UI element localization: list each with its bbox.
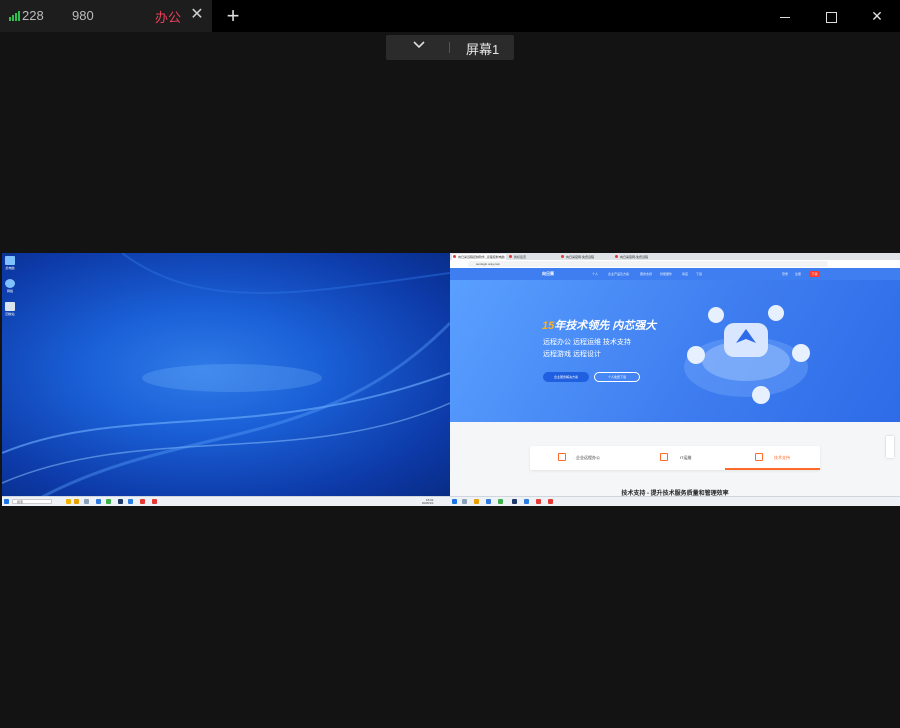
feature-tab-support[interactable]: 技术支持 bbox=[774, 455, 790, 461]
active-tab-indicator bbox=[725, 468, 820, 470]
start-icon[interactable] bbox=[452, 499, 457, 504]
site-nav-item[interactable]: 企业产品及方案 bbox=[608, 272, 629, 276]
chevron-down-icon[interactable] bbox=[412, 38, 426, 52]
taskbar-app-icon[interactable] bbox=[524, 499, 529, 504]
device-id-part2: 980 bbox=[72, 8, 94, 23]
desktop-wallpaper bbox=[2, 253, 450, 497]
hero-subtitle-1: 远程办公 远程运维 技术支持 bbox=[543, 339, 631, 346]
hero-illustration-icon bbox=[684, 305, 810, 404]
taskbar-app-icon[interactable] bbox=[536, 499, 541, 504]
remote-screen-right[interactable]: 向日葵远程控制软件_远程控制电脑 新标签页 向日葵官网-免费远程 向日葵官网-免… bbox=[450, 253, 900, 506]
start-icon[interactable] bbox=[4, 499, 9, 504]
screen-selector[interactable]: 屏幕1 bbox=[386, 35, 514, 60]
device-id-part1: 228 bbox=[22, 8, 44, 23]
desktop-icon-network[interactable]: 网络 bbox=[3, 279, 17, 293]
hero-title: 15年技术领先 内芯强大 bbox=[542, 320, 657, 332]
taskbar bbox=[450, 496, 900, 506]
login-link[interactable]: 登录 bbox=[782, 272, 788, 276]
site-nav-item[interactable]: 智能硬件 bbox=[660, 272, 672, 276]
signal-bars-icon bbox=[9, 11, 21, 21]
session-name: 办公 bbox=[155, 10, 182, 25]
register-link[interactable]: 注册 bbox=[795, 272, 801, 276]
hero-subtitle-2: 远程游戏 远程设计 bbox=[543, 351, 601, 358]
title-bar: 228 980 办公 ✕ + ✕ bbox=[0, 0, 900, 32]
taskbar-app-icon[interactable] bbox=[128, 499, 133, 504]
tech-support-icon bbox=[755, 453, 763, 461]
site-nav-item[interactable]: 服务支持 bbox=[640, 272, 652, 276]
taskbar-search[interactable]: 搜索 bbox=[12, 499, 52, 504]
it-ops-icon bbox=[660, 453, 668, 461]
new-tab-button[interactable]: + bbox=[222, 3, 244, 29]
office-icon bbox=[558, 453, 566, 461]
window-close-button[interactable]: ✕ bbox=[854, 0, 900, 32]
taskbar-app-icon[interactable] bbox=[512, 499, 517, 504]
floating-sidebar[interactable] bbox=[886, 436, 894, 458]
taskbar-app-icon[interactable] bbox=[486, 499, 491, 504]
taskbar-search-icon[interactable] bbox=[462, 499, 467, 504]
enterprise-solution-button[interactable]: 企业服务解决方案 bbox=[543, 372, 589, 382]
url-input[interactable]: sunlogin.oray.com bbox=[468, 261, 828, 267]
desktop-icon-computer[interactable]: 此电脑 bbox=[3, 256, 17, 270]
hero-banner: 15年技术领先 内芯强大 远程办公 远程运维 技术支持 远程游戏 远程设计 企业… bbox=[450, 280, 900, 422]
taskbar-app-icon[interactable] bbox=[474, 499, 479, 504]
taskbar-app-icon[interactable] bbox=[152, 499, 157, 504]
session-tab[interactable]: 228 980 办公 ✕ bbox=[0, 0, 212, 32]
taskbar-app-icon[interactable] bbox=[84, 499, 89, 504]
taskbar-app-icon[interactable] bbox=[118, 499, 123, 504]
taskbar-app-icon[interactable] bbox=[498, 499, 503, 504]
minimize-button[interactable] bbox=[762, 0, 808, 32]
taskbar-app-icon[interactable] bbox=[96, 499, 101, 504]
site-nav-item[interactable]: 下载 bbox=[696, 272, 702, 276]
site-nav-item[interactable]: 个人 bbox=[592, 272, 598, 276]
free-download-button[interactable]: 个人免费下载 bbox=[594, 372, 640, 382]
taskbar-clock-date: 2025/1/1 bbox=[422, 501, 434, 505]
site-nav: 向日葵 个人 企业产品及方案 服务支持 智能硬件 商店 下载 登录 注册 下载 bbox=[450, 268, 900, 280]
taskbar-app-icon[interactable] bbox=[106, 499, 111, 504]
taskbar-app-icon[interactable] bbox=[66, 499, 71, 504]
maximize-button[interactable] bbox=[808, 0, 854, 32]
selector-divider bbox=[449, 42, 450, 53]
feature-tab-it-ops[interactable]: IT运维 bbox=[680, 455, 692, 461]
maximize-icon bbox=[825, 11, 837, 23]
features-section: 企业远程办公 IT运维 技术支持 技术支持 - 提升技术服务质量和管理效率 bbox=[450, 422, 900, 497]
remote-screen-left[interactable]: 此电脑 网络 回收站 搜索 15:01 2025/1/1 bbox=[2, 253, 450, 506]
site-logo[interactable]: 向日葵 bbox=[542, 271, 554, 277]
browser-tab-strip: 向日葵远程控制软件_远程控制电脑 新标签页 向日葵官网-免费远程 向日葵官网-免… bbox=[450, 253, 900, 260]
feature-tabs: 企业远程办公 IT运维 技术支持 bbox=[530, 446, 820, 470]
feature-tab-office[interactable]: 企业远程办公 bbox=[576, 455, 600, 461]
download-button[interactable]: 下载 bbox=[809, 271, 820, 277]
screen-label: 屏幕1 bbox=[466, 42, 500, 57]
taskbar: 搜索 15:01 2025/1/1 bbox=[2, 496, 450, 506]
taskbar-app-icon[interactable] bbox=[74, 499, 79, 504]
taskbar-app-icon[interactable] bbox=[548, 499, 553, 504]
tab-close-button[interactable]: ✕ bbox=[188, 6, 206, 24]
taskbar-app-icon[interactable] bbox=[140, 499, 145, 504]
site-nav-item[interactable]: 商店 bbox=[682, 272, 688, 276]
minimize-icon bbox=[780, 16, 790, 18]
desktop-icon-recycle-bin[interactable]: 回收站 bbox=[3, 302, 17, 316]
